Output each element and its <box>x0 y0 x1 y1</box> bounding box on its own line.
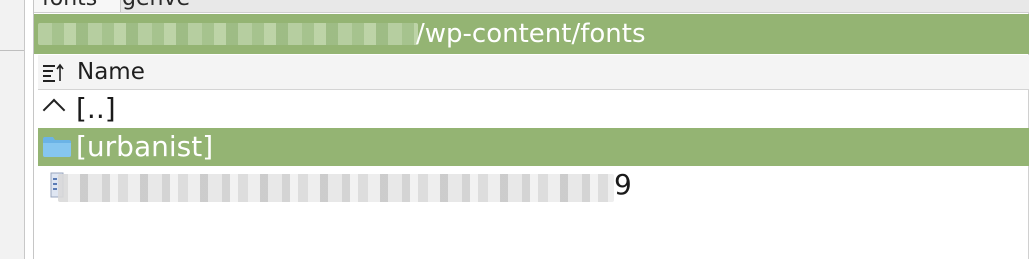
list-item-label: [..] <box>76 92 116 125</box>
tab-fonts[interactable]: fonts <box>34 0 121 12</box>
redacted-filename <box>58 174 614 202</box>
path-text: /wp-content/fonts <box>416 19 646 49</box>
tab-strip: fonts genve <box>34 0 1029 13</box>
list-item-label: 9 <box>614 168 632 201</box>
redacted-path-prefix <box>38 23 418 45</box>
folder-icon <box>43 137 71 157</box>
tab-second[interactable]: genve <box>114 0 198 12</box>
list-item-urbanist[interactable]: [urbanist] <box>38 128 1029 166</box>
name-column-label: Name <box>77 59 145 85</box>
sort-ascending-icon <box>43 63 64 82</box>
name-column-header[interactable]: Name <box>38 55 1029 90</box>
parent-dir-icon <box>42 98 66 122</box>
left-panel-divider <box>0 50 24 51</box>
left-panel <box>0 0 25 259</box>
list-item-file[interactable]: 9 <box>38 166 1029 204</box>
path-bar[interactable]: /wp-content/fonts <box>34 14 1029 54</box>
list-item-parent-dir[interactable]: [..] <box>38 90 1029 128</box>
list-item-label: [urbanist] <box>76 130 214 163</box>
